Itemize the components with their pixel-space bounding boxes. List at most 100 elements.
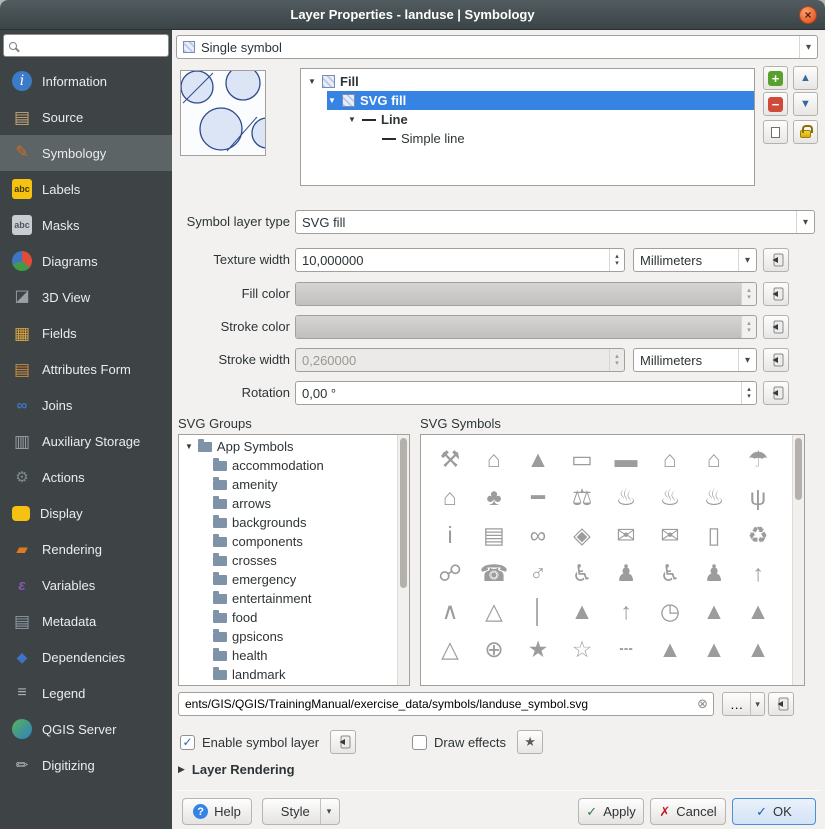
clear-icon[interactable]: ⊗ (692, 696, 713, 712)
svg-group-item[interactable]: components (179, 532, 409, 551)
svg-symbol[interactable]: ⌂ (472, 440, 516, 478)
svg-symbol[interactable]: ⌂ (648, 440, 692, 478)
move-down-button[interactable]: ▼ (793, 92, 818, 116)
rotation-spinbox[interactable]: ▴▾ (295, 381, 757, 405)
groups-scrollbar[interactable] (397, 435, 409, 685)
layer-rendering-group[interactable]: ▶ Layer Rendering (178, 762, 295, 777)
sidebar-item-source[interactable]: ▤ Source (0, 99, 172, 135)
svg-symbol[interactable]: ⚒ (428, 440, 472, 478)
sidebar-item-display[interactable]: Display (0, 495, 172, 531)
spin-down-icon[interactable]: ▾ (615, 260, 619, 267)
svg-symbol[interactable]: ⌂ (428, 478, 472, 516)
svg-group-item[interactable]: gpsicons (179, 627, 409, 646)
svg-symbol[interactable]: │ (516, 592, 560, 630)
svg-group-item[interactable]: health (179, 646, 409, 665)
sidebar-item-3d-view[interactable]: ◪ 3D View (0, 279, 172, 315)
svg-symbol[interactable]: ▲ (692, 630, 736, 668)
sidebar-item-labels[interactable]: abc Labels (0, 171, 172, 207)
fill-color-button[interactable]: ▴▾ (295, 282, 757, 306)
sidebar-item-diagrams[interactable]: Diagrams (0, 243, 172, 279)
collapsed-arrow-icon[interactable]: ▶ (178, 764, 185, 775)
svg-group-item[interactable]: food (179, 608, 409, 627)
sidebar-item-information[interactable]: i Information (0, 63, 172, 99)
rotation-input[interactable] (296, 382, 741, 404)
svg-symbol[interactable]: ↑ (604, 592, 648, 630)
add-symbol-layer-button[interactable]: + (763, 66, 788, 90)
svg-symbol[interactable]: ♂ (516, 554, 560, 592)
spin-up-icon[interactable]: ▴ (615, 253, 619, 260)
sidebar-item-joins[interactable]: ∞ Joins (0, 387, 172, 423)
symbol-tree-item-line[interactable]: ▼ Line (347, 110, 754, 129)
move-up-button[interactable]: ▲ (793, 66, 818, 90)
spin-down-icon[interactable]: ▾ (747, 393, 751, 400)
texture-width-spinbox[interactable]: ▴▾ (295, 248, 625, 272)
svg-symbol[interactable]: ☎ (472, 554, 516, 592)
ok-button[interactable]: ✓ OK (732, 798, 816, 825)
close-button[interactable]: × (799, 6, 817, 24)
search-input[interactable] (22, 39, 163, 53)
svg-symbol[interactable]: ☆ (560, 630, 604, 668)
svg-symbol[interactable]: ◷ (648, 592, 692, 630)
rotation-data-defined-button[interactable] (763, 381, 789, 405)
svg-symbol[interactable]: ▲ (736, 630, 780, 668)
spin-up-icon[interactable]: ▴ (747, 386, 751, 393)
svg-symbol[interactable]: ▬ (604, 440, 648, 478)
help-button[interactable]: ? Help (182, 798, 252, 825)
sidebar-item-auxiliary-storage[interactable]: ▥ Auxiliary Storage (0, 423, 172, 459)
svg-symbol[interactable]: ▲ (692, 592, 736, 630)
svg-symbol[interactable]: ∧ (428, 592, 472, 630)
symbol-layer-type-select[interactable]: SVG fill ▾ (295, 210, 815, 234)
svg-symbol[interactable]: ✉ (604, 516, 648, 554)
svg-symbol[interactable]: ♨ (692, 478, 736, 516)
svg-group-item[interactable]: backgrounds (179, 513, 409, 532)
svg-symbol[interactable]: ▯ (692, 516, 736, 554)
scrollbar-thumb[interactable] (795, 438, 802, 500)
sidebar-item-actions[interactable]: ⚙ Actions (0, 459, 172, 495)
scrollbar-thumb[interactable] (400, 438, 407, 588)
expander-icon[interactable]: ▼ (185, 442, 193, 451)
svg-symbol[interactable]: ✉ (648, 516, 692, 554)
texture-width-input[interactable] (296, 249, 609, 271)
svg-path-data-defined-button[interactable] (768, 692, 794, 716)
svg-group-item[interactable]: accommodation (179, 456, 409, 475)
sidebar-search[interactable] (3, 34, 169, 57)
svg-symbol[interactable]: ▲ (648, 630, 692, 668)
texture-width-data-defined-button[interactable] (763, 248, 789, 272)
svg-symbol[interactable]: ☍ (428, 554, 472, 592)
svg-symbol[interactable]: ↑ (736, 554, 780, 592)
svg-symbol[interactable]: ▤ (472, 516, 516, 554)
cancel-button[interactable]: ✗ Cancel (650, 798, 726, 825)
sidebar-item-fields[interactable]: ▦ Fields (0, 315, 172, 351)
expander-icon[interactable]: ▼ (327, 96, 337, 105)
symbol-tree-item-fill[interactable]: ▼ Fill (307, 72, 754, 91)
svg-symbol[interactable]: ☂ (736, 440, 780, 478)
svg-symbol[interactable]: ▲ (516, 440, 560, 478)
svg-symbol[interactable]: ◈ (560, 516, 604, 554)
duplicate-symbol-layer-button[interactable] (763, 120, 788, 144)
texture-width-unit-select[interactable]: Millimeters ▾ (633, 248, 757, 272)
sidebar-item-qgis-server[interactable]: QGIS Server (0, 711, 172, 747)
stroke-width-data-defined-button[interactable] (763, 348, 789, 372)
svg-group-item[interactable]: arrows (179, 494, 409, 513)
svg-symbol[interactable]: i (428, 516, 472, 554)
svg-path-field[interactable]: ⊗ (178, 692, 714, 716)
symbols-scrollbar[interactable] (792, 435, 804, 685)
draw-effects-checkbox[interactable] (412, 735, 427, 750)
svg-group-item[interactable]: emergency (179, 570, 409, 589)
svg-symbol[interactable]: △ (428, 630, 472, 668)
svg-symbol[interactable]: ▲ (560, 592, 604, 630)
sidebar-item-variables[interactable]: ε Variables (0, 567, 172, 603)
remove-symbol-layer-button[interactable]: − (763, 92, 788, 116)
stroke-color-data-defined-button[interactable] (763, 315, 789, 339)
lock-colors-button[interactable] (793, 120, 818, 144)
svg-group-item[interactable]: amenity (179, 475, 409, 494)
sidebar-item-masks[interactable]: abc Masks (0, 207, 172, 243)
chevron-down-icon[interactable]: ▾ (320, 799, 332, 824)
svg-symbol[interactable]: ♣ (472, 478, 516, 516)
svg-symbol[interactable]: ψ (736, 478, 780, 516)
svg-group-item[interactable]: entertainment (179, 589, 409, 608)
svg-symbol[interactable]: ♿ (560, 554, 604, 592)
svg-symbol[interactable]: ━ (516, 478, 560, 516)
effects-customize-button[interactable]: ★ (517, 730, 543, 754)
fill-color-data-defined-button[interactable] (763, 282, 789, 306)
